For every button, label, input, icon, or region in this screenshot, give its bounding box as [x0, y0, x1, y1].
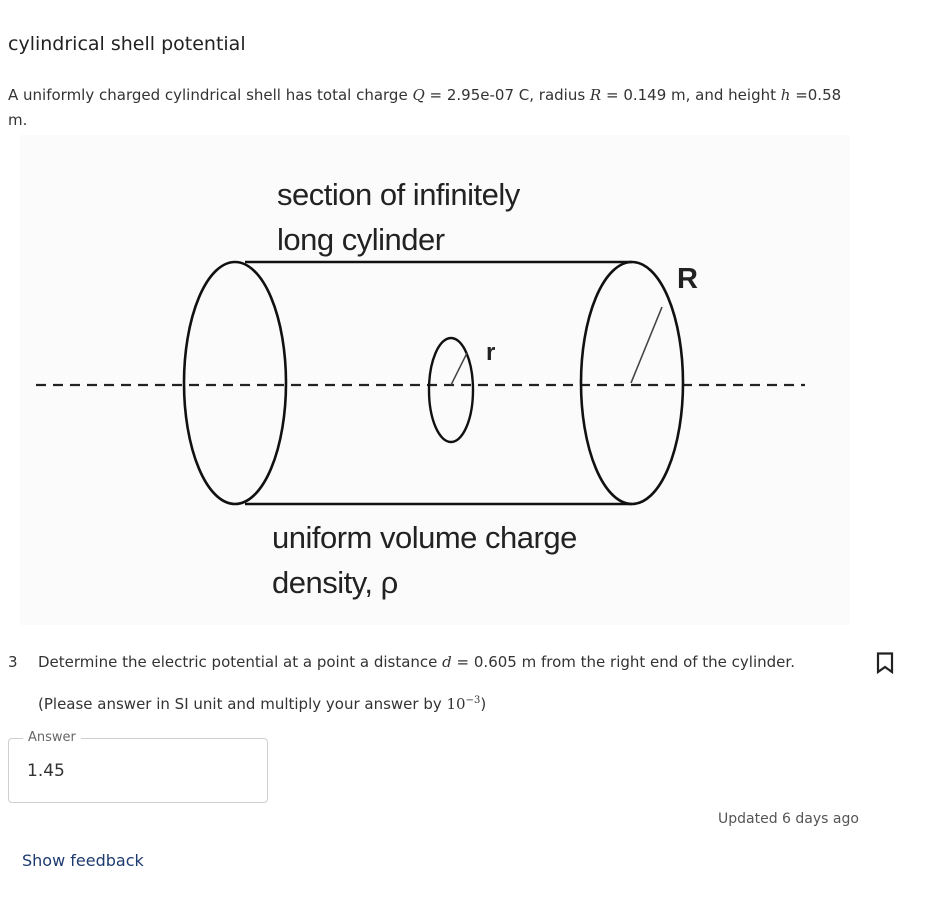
intro-text-2: = 2.95e-07 C, radius [424, 86, 590, 104]
power-base: 10 [446, 695, 466, 713]
question-number: 3 [8, 653, 18, 671]
question-text: Determine the electric potential at a po… [38, 653, 795, 671]
cylinder-left-end [182, 260, 288, 506]
units-note-prefix: (Please answer in SI unit and multiply y… [38, 695, 447, 713]
answer-label: Answer [23, 730, 81, 745]
units-note: (Please answer in SI unit and multiply y… [38, 695, 486, 713]
cylinder-right-end [579, 260, 685, 506]
page-title: cylindrical shell potential [8, 33, 246, 55]
charge-variable: Q [412, 86, 425, 104]
answer-input[interactable] [27, 761, 247, 781]
distance-variable: d [442, 653, 452, 671]
question-text-2: = 0.605 m from the right end of the cyli… [451, 653, 795, 671]
small-radius-line [450, 352, 468, 386]
big-radius-line [630, 306, 663, 384]
power-of-ten: 10−3 [447, 695, 481, 713]
power-exponent: −3 [465, 695, 481, 706]
question-text-1: Determine the electric potential at a po… [38, 653, 443, 671]
updated-timestamp: Updated 6 days ago [718, 811, 859, 827]
problem-statement: A uniformly charged cylindrical shell ha… [8, 83, 848, 133]
caption-bottom: uniform volume charge density, ρ [272, 515, 577, 605]
intro-text-3: = 0.149 m, and height [601, 86, 781, 104]
show-feedback-link[interactable]: Show feedback [22, 851, 144, 870]
caption-top: section of infinitely long cylinder [277, 172, 520, 262]
bookmark-outline-icon [876, 652, 894, 675]
intro-text-1: A uniformly charged cylindrical shell ha… [8, 86, 413, 104]
bookmark-button[interactable] [876, 652, 894, 675]
radius-variable: R [589, 86, 602, 104]
label-big-radius: R [677, 263, 698, 295]
caption-top-line-2: long cylinder [277, 222, 445, 257]
height-variable: h [780, 86, 791, 104]
caption-top-line-1: section of infinitely [277, 177, 520, 212]
caption-bottom-line-1: uniform volume charge [272, 520, 577, 555]
cylinder-figure: section of infinitely long cylinder R r u… [20, 135, 850, 625]
units-note-suffix: ) [480, 695, 487, 713]
label-small-radius: r [486, 339, 496, 366]
answer-field[interactable]: Answer [8, 730, 268, 803]
caption-bottom-line-2: density, ρ [272, 565, 398, 600]
